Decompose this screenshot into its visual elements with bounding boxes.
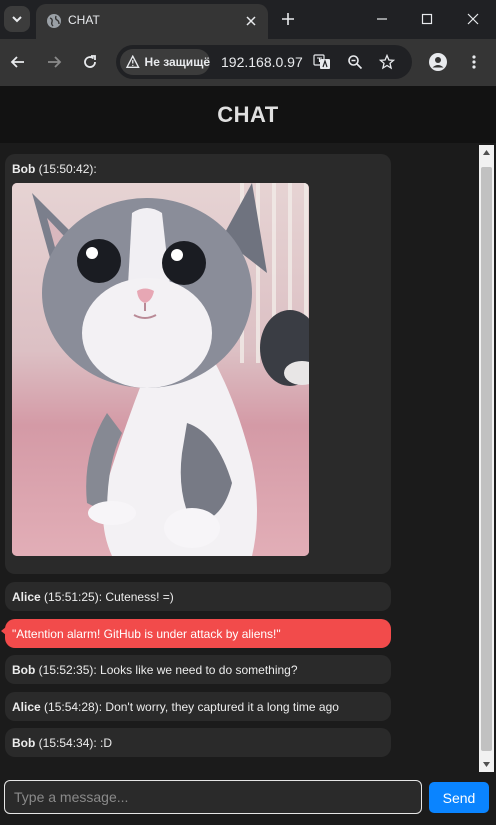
forward-button[interactable] <box>42 50 66 74</box>
message-content: Bob (15:54:34): :D <box>12 736 112 750</box>
minimize-button[interactable] <box>369 6 395 32</box>
message-item: Bob (15:50:42): <box>5 154 391 574</box>
security-chip[interactable]: Не защищё <box>120 49 210 75</box>
message-timestamp: (15:52:35): <box>35 663 101 677</box>
message-header: Bob (15:50:42): <box>12 162 97 176</box>
chat-messages[interactable]: Bob (15:50:42): Alice (15:51:25): Cutene… <box>0 143 478 773</box>
message-author: Bob <box>12 663 36 677</box>
send-button[interactable]: Send <box>429 782 489 813</box>
message-timestamp: (15:54:28): <box>40 700 106 714</box>
profile-icon <box>429 53 447 71</box>
chevron-down-icon <box>12 16 22 23</box>
browser-window: CHAT Не защищё 192.168.0.97 CHAT Bob (15… <box>0 0 496 825</box>
message-author: Alice <box>12 590 41 604</box>
tab-search-button[interactable] <box>4 6 30 32</box>
maximize-icon <box>421 13 433 25</box>
message-input[interactable] <box>4 780 422 814</box>
page-title: CHAT <box>217 101 279 127</box>
translate-button[interactable] <box>312 52 332 72</box>
message-item: Alice (15:51:25): Cuteness! =) <box>5 582 391 611</box>
warning-icon <box>126 55 140 68</box>
star-icon <box>379 54 395 70</box>
zoom-button[interactable] <box>345 52 365 72</box>
triangle-down-icon <box>483 762 490 767</box>
more-vertical-icon <box>472 55 476 69</box>
scroll-down-button[interactable] <box>479 757 494 772</box>
arrow-right-icon <box>48 56 62 68</box>
message-timestamp: (15:50:42): <box>35 162 97 176</box>
tab-title: CHAT <box>68 13 100 27</box>
message-text: :D <box>100 736 113 750</box>
close-icon <box>246 16 256 26</box>
security-label: Не защищё <box>144 55 210 69</box>
address-bar[interactable]: Не защищё 192.168.0.97 <box>116 45 412 79</box>
message-text: Cuteness! =) <box>105 590 174 604</box>
translate-icon <box>313 54 330 69</box>
close-icon <box>467 13 479 25</box>
tab-close-button[interactable] <box>242 12 260 30</box>
message-item: Bob (15:52:35): Looks like we need to do… <box>5 655 391 684</box>
message-timestamp: (15:54:34): <box>35 736 101 750</box>
url-text[interactable]: 192.168.0.97 <box>221 54 303 70</box>
kitten-photo[interactable] <box>12 183 309 556</box>
alert-message: "Attention alarm! GitHub is under attack… <box>1 619 391 648</box>
alert-tail <box>1 627 6 635</box>
reload-button[interactable] <box>78 50 102 74</box>
browser-toolbar: Не защищё 192.168.0.97 <box>0 39 496 86</box>
triangle-up-icon <box>483 150 490 155</box>
profile-button[interactable] <box>426 50 450 74</box>
tab-strip: CHAT <box>0 0 496 39</box>
scroll-up-button[interactable] <box>479 145 494 160</box>
minimize-icon <box>377 18 387 20</box>
chat-scrollbar[interactable] <box>479 145 494 772</box>
message-content: Bob (15:52:35): Looks like we need to do… <box>12 663 298 677</box>
message-content: "Attention alarm! GitHub is under attack… <box>12 627 281 641</box>
tab-chat[interactable]: CHAT <box>36 4 268 39</box>
message-text: Don't worry, they captured it a long tim… <box>105 700 339 714</box>
bookmark-button[interactable] <box>377 52 397 72</box>
message-content: Alice (15:51:25): Cuteness! =) <box>12 590 174 604</box>
menu-button[interactable] <box>462 50 486 74</box>
globe-icon <box>47 14 61 28</box>
page-header: CHAT <box>0 86 496 143</box>
chat-page: CHAT Bob (15:50:42): Alice (15:51:25): C… <box>0 86 496 825</box>
message-text: "Attention alarm! GitHub is under attack… <box>12 627 281 641</box>
message-item: Alice (15:54:28): Don't worry, they capt… <box>5 692 391 721</box>
message-author: Bob <box>12 162 36 176</box>
close-window-button[interactable] <box>460 6 486 32</box>
reload-icon <box>84 55 96 68</box>
message-author: Alice <box>12 700 41 714</box>
arrow-left-icon <box>10 56 24 68</box>
message-text: Looks like we need to do something? <box>100 663 298 677</box>
message-content: Alice (15:54:28): Don't worry, they capt… <box>12 700 339 714</box>
plus-icon <box>282 13 294 25</box>
maximize-button[interactable] <box>414 6 440 32</box>
message-timestamp: (15:51:25): <box>40 590 106 604</box>
new-tab-button[interactable] <box>278 9 298 29</box>
message-item: Bob (15:54:34): :D <box>5 728 391 757</box>
message-composer: Send <box>0 773 496 825</box>
zoom-icon <box>348 55 363 70</box>
back-button[interactable] <box>6 50 30 74</box>
message-author: Bob <box>12 736 36 750</box>
scrollbar-thumb[interactable] <box>481 167 492 751</box>
